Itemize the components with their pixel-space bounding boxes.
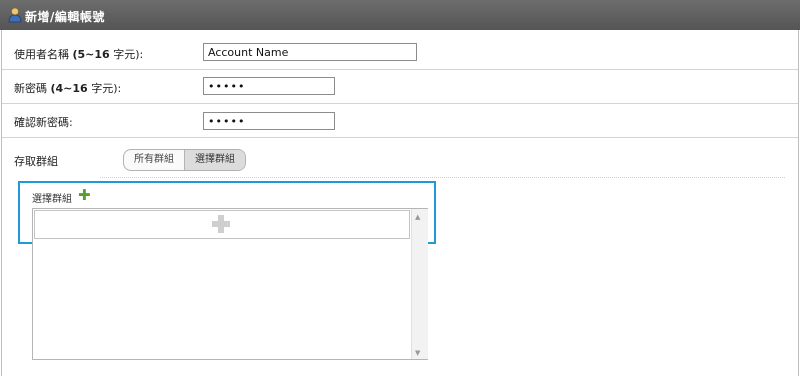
page-title: 新增/編輯帳號 xyxy=(25,10,105,24)
scroll-down-icon[interactable]: ▼ xyxy=(415,349,420,357)
access-group-label: 存取群組 xyxy=(14,155,58,168)
confirm-password-row: 確認新密碼: xyxy=(2,104,798,138)
username-label: 使用者名稱 (5~16 字元): xyxy=(14,48,144,61)
confirm-password-label: 確認新密碼: xyxy=(14,116,73,129)
plus-icon[interactable]: ✚ xyxy=(78,186,91,204)
scroll-up-icon[interactable]: ▲ xyxy=(415,213,420,221)
new-password-label: 新密碼 (4~16 字元): xyxy=(14,82,122,95)
username-field[interactable] xyxy=(203,43,417,61)
scrollbar[interactable]: ▲ ▼ xyxy=(411,209,428,359)
add-group-plus-icon[interactable] xyxy=(211,214,231,234)
window-title-bar: 新增/編輯帳號 xyxy=(0,0,800,30)
user-icon xyxy=(8,7,22,23)
new-password-row: 新密碼 (4~16 字元): xyxy=(2,70,798,104)
new-password-field[interactable] xyxy=(203,77,335,95)
divider xyxy=(100,177,785,178)
access-group-toggle: 所有群組 選擇群組 xyxy=(123,149,246,171)
option-all-groups[interactable]: 所有群組 xyxy=(124,150,184,170)
option-select-groups[interactable]: 選擇群組 xyxy=(184,150,245,170)
select-groups-label: 選擇群組 xyxy=(32,194,72,205)
confirm-password-field[interactable] xyxy=(203,112,335,130)
